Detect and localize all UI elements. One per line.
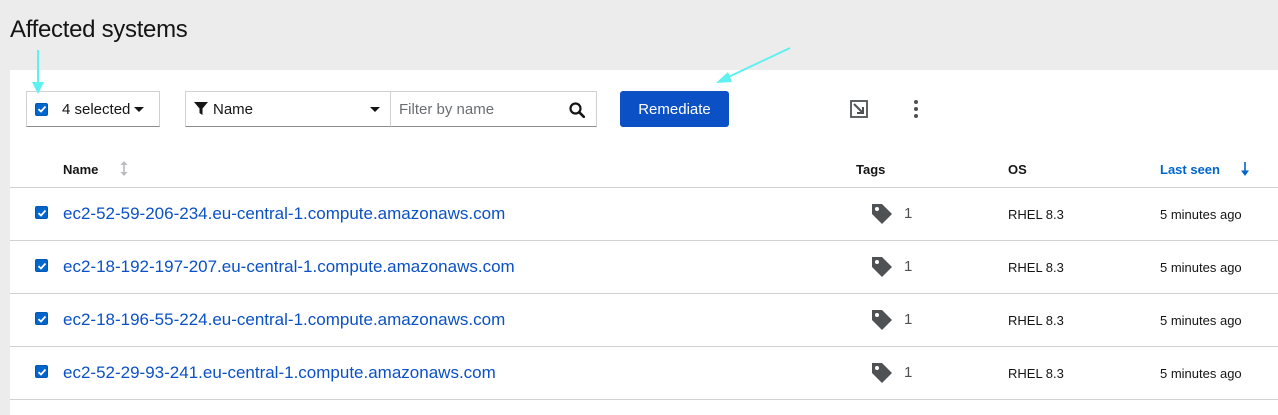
remediate-button[interactable]: Remediate: [620, 91, 729, 127]
system-name-link[interactable]: ec2-52-59-206-234.eu-central-1.compute.a…: [63, 204, 505, 224]
tag-count: 1: [904, 311, 913, 328]
filter-by-name-input[interactable]: [391, 92, 551, 126]
check-icon: [37, 368, 46, 376]
row-checkbox[interactable]: [35, 365, 48, 378]
last-seen-cell: 5 minutes ago: [1160, 260, 1242, 275]
caret-down-icon: [134, 106, 145, 112]
check-icon: [37, 209, 46, 217]
bulk-select-checkbox[interactable]: [35, 102, 48, 116]
check-icon: [37, 315, 46, 323]
tag-count: 1: [904, 258, 913, 275]
search-icon[interactable]: [569, 102, 585, 118]
caret-down-icon: [370, 107, 380, 112]
tag-icon[interactable]: [870, 255, 894, 279]
page-title: Affected systems: [10, 16, 188, 43]
sort-down-icon[interactable]: [1241, 162, 1249, 176]
last-seen-cell: 5 minutes ago: [1160, 366, 1242, 381]
export-icon[interactable]: [850, 100, 868, 118]
system-name-link[interactable]: ec2-18-196-55-224.eu-central-1.compute.a…: [63, 310, 505, 330]
system-name-link[interactable]: ec2-18-192-197-207.eu-central-1.compute.…: [63, 257, 515, 277]
filter-type-label: Name: [213, 100, 254, 118]
row-checkbox[interactable]: [35, 206, 48, 219]
affected-systems-card: 4 selected Name Remediate Name Tags OS L…: [10, 70, 1278, 415]
column-header-os[interactable]: OS: [1008, 162, 1027, 177]
column-header-tags: Tags: [856, 162, 886, 177]
column-header-name[interactable]: Name: [63, 162, 98, 177]
table-header: Name Tags OS Last seen: [10, 150, 1278, 188]
bulk-select-label: 4 selected: [62, 100, 131, 118]
kebab-menu-icon[interactable]: [910, 99, 922, 119]
row-checkbox[interactable]: [35, 312, 48, 325]
table-row: ec2-52-59-206-234.eu-central-1.compute.a…: [10, 188, 1278, 241]
column-header-last-seen[interactable]: Last seen: [1160, 162, 1220, 177]
row-checkbox[interactable]: [35, 259, 48, 272]
tag-count: 1: [904, 364, 913, 381]
system-name-link[interactable]: ec2-52-29-93-241.eu-central-1.compute.am…: [63, 363, 496, 383]
filter-type-dropdown[interactable]: Name: [185, 91, 391, 127]
filter-icon: [194, 102, 208, 115]
os-cell: RHEL 8.3: [1008, 207, 1064, 222]
os-cell: RHEL 8.3: [1008, 313, 1064, 328]
table-row: ec2-18-192-197-207.eu-central-1.compute.…: [10, 241, 1278, 294]
os-cell: RHEL 8.3: [1008, 366, 1064, 381]
bulk-select-dropdown[interactable]: 4 selected: [26, 91, 160, 127]
tag-icon[interactable]: [870, 202, 894, 226]
check-icon: [37, 262, 46, 270]
sort-icon[interactable]: [120, 161, 128, 176]
tag-icon[interactable]: [870, 361, 894, 385]
filter-by-name-field[interactable]: [391, 91, 597, 127]
tag-count: 1: [904, 205, 913, 222]
table-row: ec2-52-29-93-241.eu-central-1.compute.am…: [10, 347, 1278, 400]
os-cell: RHEL 8.3: [1008, 260, 1064, 275]
tag-icon[interactable]: [870, 308, 894, 332]
table-row: ec2-18-196-55-224.eu-central-1.compute.a…: [10, 294, 1278, 347]
check-icon: [37, 105, 46, 113]
last-seen-cell: 5 minutes ago: [1160, 313, 1242, 328]
last-seen-cell: 5 minutes ago: [1160, 207, 1242, 222]
